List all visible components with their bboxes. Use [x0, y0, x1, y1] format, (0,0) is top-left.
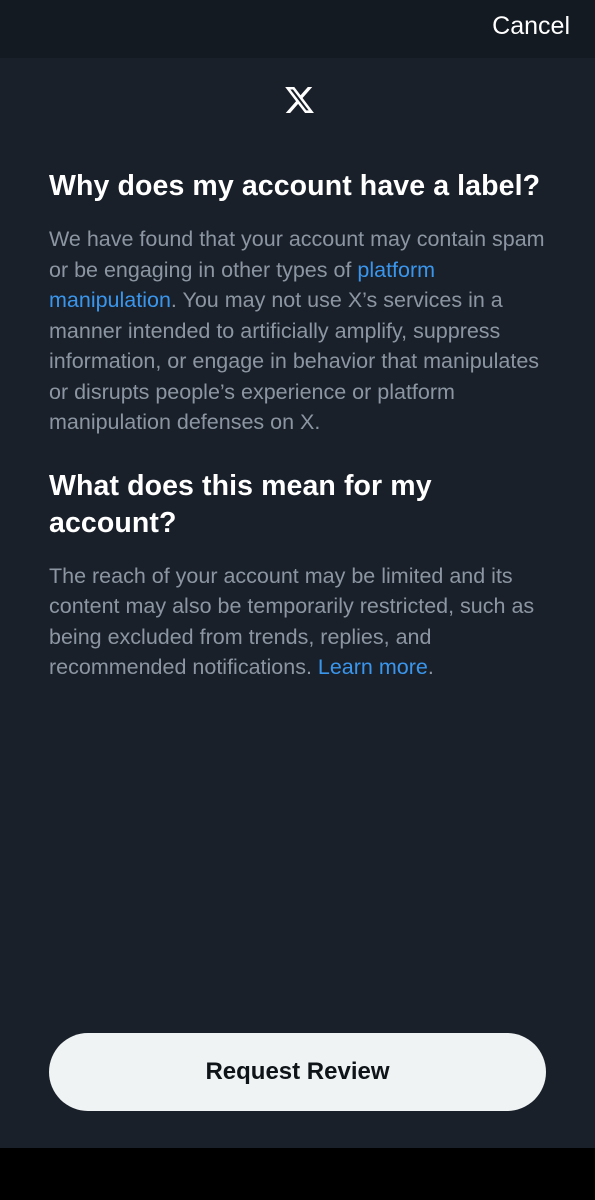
section-body-why-label: We have found that your account may cont…: [49, 224, 554, 438]
section-heading-why-label: Why does my account have a label?: [49, 170, 541, 202]
body-text: The reach of your account may be limited…: [49, 563, 535, 680]
content: Why does my account have a label? We hav…: [49, 168, 554, 683]
section-body-what-means: The reach of your account may be limited…: [49, 561, 554, 683]
bottom-bar: [0, 1148, 595, 1200]
learn-more-link[interactable]: Learn more: [318, 655, 428, 679]
cancel-button[interactable]: Cancel: [492, 10, 570, 42]
top-bar: Cancel: [0, 0, 595, 58]
request-review-label: Request Review: [205, 1058, 390, 1085]
section-heading-what-means: What does this mean for my account?: [49, 469, 432, 539]
body-text: We have found that your account may cont…: [49, 227, 545, 282]
screen: Cancel Why does my account have a label?…: [0, 0, 595, 1200]
request-review-button[interactable]: Request Review: [49, 1033, 546, 1111]
x-logo-icon: [283, 84, 316, 116]
body-text: .: [427, 655, 434, 679]
